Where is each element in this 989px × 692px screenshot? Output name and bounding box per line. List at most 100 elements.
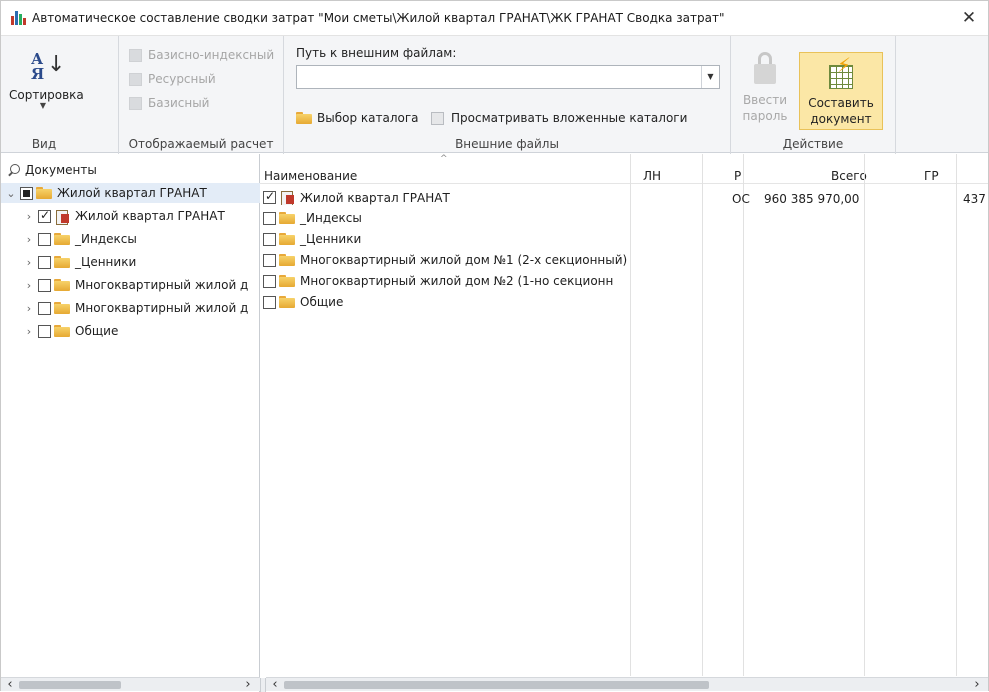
table-row[interactable]: Многоквартирный жилой дом №1 (2-х секцио… (260, 251, 988, 271)
select-folder-button[interactable]: Выбор каталога (296, 111, 419, 125)
chevron-right-icon[interactable]: › (23, 210, 35, 223)
compose-label-1: Составить (808, 96, 874, 110)
search-icon[interactable] (7, 163, 20, 177)
calc-option-basic-index[interactable]: Базисно-индексный (129, 48, 274, 62)
title-bar: Автоматическое составление сводки затрат… (1, 1, 988, 35)
checkbox[interactable] (263, 274, 276, 288)
tree-item[interactable]: › Общие (1, 321, 260, 341)
checkbox[interactable] (263, 232, 276, 246)
checkbox[interactable] (38, 324, 51, 338)
tree-item-label: _Индексы (75, 232, 137, 246)
sort-ascending-icon: ^ (440, 154, 448, 164)
chevron-right-icon[interactable]: › (23, 233, 35, 246)
tree-item[interactable]: › Многоквартирный жилой д (1, 298, 260, 318)
grid-horizontal-scrollbar[interactable]: ‹ › (266, 677, 988, 692)
chevron-right-icon[interactable]: › (23, 302, 35, 315)
scrollbar-thumb[interactable] (284, 681, 709, 689)
column-header-r[interactable]: Р (734, 169, 741, 183)
checkbox[interactable] (38, 301, 51, 315)
checkbox[interactable] (263, 211, 276, 225)
enter-password-button[interactable]: Ввести пароль (739, 52, 791, 136)
tree-item[interactable]: › Многоквартирный жилой д (1, 275, 260, 295)
chevron-right-icon[interactable]: › (23, 256, 35, 269)
column-header-gr[interactable]: ГР (924, 169, 939, 183)
column-header-total[interactable]: Всего (831, 169, 867, 183)
folder-icon (54, 302, 70, 314)
calc-option-resource[interactable]: Ресурсный (129, 72, 216, 86)
tree-header-label: Документы (25, 163, 97, 177)
column-header-ln[interactable]: ЛН (643, 169, 661, 183)
option-box (129, 96, 142, 110)
documents-grid-panel: ^ Наименование ЛН Р Всего ГР Жилой кварт… (260, 154, 988, 692)
checkbox[interactable] (20, 186, 33, 200)
nested-folders-label: Просматривать вложенные каталоги (451, 111, 688, 125)
tree-item-label: Жилой квартал ГРАНАТ (57, 186, 207, 200)
row-gr: 437 (963, 192, 986, 206)
window-title: Автоматическое составление сводки затрат… (32, 11, 725, 25)
scroll-left-icon[interactable]: ‹ (3, 677, 17, 692)
row-r: ОС (732, 192, 750, 206)
checkbox[interactable] (38, 208, 51, 223)
lock-icon (750, 52, 780, 86)
folder-icon (296, 112, 312, 124)
path-label: Путь к внешним файлам: (296, 46, 457, 60)
calc-group-caption: Отображаемый расчет (128, 137, 274, 151)
chevron-down-icon[interactable]: ⌄ (5, 187, 17, 200)
view-group: А Я ↓ Сортировка ▼ Вид (1, 36, 119, 154)
table-row[interactable]: _Индексы (260, 209, 988, 229)
checkbox[interactable] (263, 190, 276, 204)
folder-icon (36, 187, 52, 199)
action-group-caption: Действие (782, 137, 844, 151)
estimate-document-icon (279, 190, 295, 205)
table-row[interactable]: Многоквартирный жилой дом №2 (1-но секци… (260, 272, 988, 292)
compose-document-icon: ⚡ (825, 55, 857, 91)
chevron-right-icon[interactable]: › (23, 325, 35, 338)
calc-option-label: Базисно-индексный (148, 48, 275, 62)
table-row[interactable]: Жилой квартал ГРАНАТ ОС 960 385 970,00 4… (260, 188, 988, 208)
row-name: Общие (300, 295, 344, 309)
checkbox[interactable] (38, 278, 51, 292)
sort-button[interactable]: А Я ↓ Сортировка ▼ (9, 46, 84, 122)
calc-option-basic[interactable]: Базисный (129, 96, 209, 110)
column-header-name[interactable]: Наименование (264, 169, 357, 183)
tree-item-label: _Ценники (75, 255, 137, 269)
compose-document-button[interactable]: ⚡ Составить документ (799, 52, 883, 130)
tree-item[interactable]: › Жилой квартал ГРАНАТ (1, 206, 260, 226)
folder-icon (54, 233, 70, 245)
scrollbar-thumb[interactable] (19, 681, 121, 689)
checkbox[interactable] (263, 295, 276, 309)
chevron-right-icon[interactable]: › (23, 279, 35, 292)
row-name: _Ценники (300, 232, 362, 246)
estimate-document-icon (54, 209, 70, 225)
folder-icon (279, 212, 295, 224)
path-combobox[interactable]: ▼ (296, 65, 720, 89)
scroll-right-icon[interactable]: › (241, 677, 255, 692)
tree-item-label: Общие (75, 324, 119, 338)
scroll-left-icon[interactable]: ‹ (268, 677, 282, 692)
action-group: Ввести пароль ⚡ Составить документ Дейст… (731, 36, 896, 154)
checkbox[interactable] (38, 255, 51, 269)
scroll-right-icon[interactable]: › (970, 677, 984, 692)
nested-folders-checkbox[interactable]: Просматривать вложенные каталоги (431, 111, 687, 125)
tree-root-item[interactable]: ⌄ Жилой квартал ГРАНАТ (1, 183, 260, 203)
tree-header[interactable]: Документы (7, 163, 97, 177)
files-group-caption: Внешние файлы (455, 137, 559, 151)
folder-icon (279, 296, 295, 308)
checkbox[interactable] (263, 253, 276, 267)
password-label-2: пароль (742, 109, 788, 123)
table-row[interactable]: Общие (260, 293, 988, 313)
tree-horizontal-scrollbar[interactable]: ‹ › (1, 677, 260, 692)
folder-icon (54, 279, 70, 291)
chevron-down-icon[interactable]: ▼ (9, 102, 77, 110)
tree-item[interactable]: › _Индексы (1, 229, 260, 249)
close-button[interactable]: ✕ (958, 7, 980, 29)
checkbox[interactable] (38, 232, 51, 246)
tree-item[interactable]: › _Ценники (1, 252, 260, 272)
chevron-down-icon[interactable]: ▼ (701, 66, 719, 88)
folder-icon (279, 233, 295, 245)
row-name: Жилой квартал ГРАНАТ (300, 190, 450, 205)
folder-icon (54, 325, 70, 337)
app-chart-icon (10, 10, 26, 26)
option-box (129, 48, 142, 62)
table-row[interactable]: _Ценники (260, 230, 988, 250)
